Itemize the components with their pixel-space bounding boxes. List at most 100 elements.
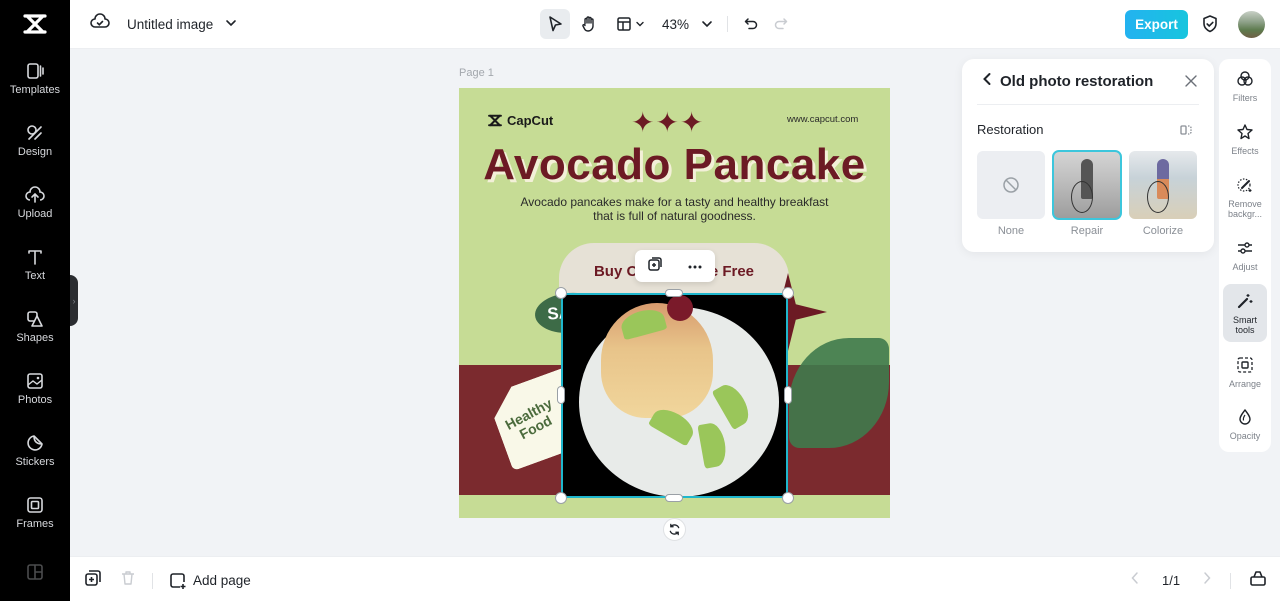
right-tools-rail: Filters Effects Remove backgr... Adjust … [1219, 59, 1271, 452]
rotate-handle[interactable] [663, 518, 686, 541]
zoom-dropdown-button[interactable] [695, 9, 719, 39]
hand-tool-button[interactable] [574, 9, 604, 39]
rotate-icon [669, 523, 680, 536]
rail-item-smart-tools[interactable]: Smart tools [1223, 284, 1267, 342]
document-title[interactable]: Untitled image [127, 17, 213, 32]
panel-divider [977, 104, 1199, 105]
adjust-icon [1235, 238, 1255, 258]
effects-icon [1235, 122, 1255, 142]
rail-item-label: Remove backgr... [1227, 199, 1263, 219]
old-photo-restoration-panel: Old photo restoration Restoration None R… [962, 59, 1214, 252]
sidebar-item-label: Design [17, 146, 53, 158]
sidebar-item-upload[interactable]: Upload [0, 174, 70, 230]
text-icon [24, 246, 46, 268]
sidebar-item-stickers[interactable]: Stickers [0, 422, 70, 478]
sidebar-item-label: Templates [9, 84, 61, 96]
rail-item-effects[interactable]: Effects [1223, 122, 1267, 156]
sidebar-item-shapes[interactable]: Shapes [0, 298, 70, 354]
capcut-logo-icon [23, 14, 47, 34]
rail-item-arrange[interactable]: Arrange [1223, 355, 1267, 389]
poster-title: Avocado Pancake [483, 140, 866, 189]
sidebar-item-label: Photos [17, 394, 53, 406]
resize-handle-right[interactable] [784, 386, 792, 404]
undo-icon [744, 18, 758, 30]
layout-chevron-down-icon [635, 21, 644, 27]
add-page-button[interactable]: Add page [169, 572, 251, 590]
rail-item-remove-background[interactable]: Remove backgr... [1223, 175, 1267, 219]
magic-wand-icon [1235, 291, 1255, 311]
design-icon [24, 122, 46, 144]
cherry [667, 295, 693, 321]
user-avatar[interactable] [1238, 11, 1265, 38]
option-thumbnail [1129, 151, 1197, 219]
no-effect-icon [1003, 177, 1019, 193]
select-tool-button[interactable] [540, 9, 570, 39]
poster-brand-logo: CapCut [487, 113, 553, 128]
rail-item-label: Adjust [1232, 262, 1258, 272]
left-sidebar: Templates Design Upload Text Shapes Phot… [0, 0, 70, 601]
rail-item-opacity[interactable]: Opacity [1223, 407, 1267, 441]
back-chevron-icon[interactable] [982, 72, 992, 91]
shield-check-icon[interactable] [1200, 14, 1220, 39]
photo-hoop [1147, 181, 1169, 213]
redo-button[interactable] [766, 9, 796, 39]
top-bar: Untitled image 43% Export [70, 0, 1280, 49]
page-label: Page 1 [459, 67, 494, 79]
panel-title: Old photo restoration [1000, 73, 1154, 90]
layout-icon [616, 17, 631, 31]
title-chevron-down-icon[interactable] [225, 16, 237, 34]
layout-tool-button[interactable] [610, 9, 650, 39]
decorative-stars: ✦✦✦ [631, 107, 705, 138]
resize-handle-bottom-right[interactable] [782, 492, 794, 504]
resize-handle-left[interactable] [557, 386, 565, 404]
page-counter: 1/1 [1162, 573, 1181, 588]
restoration-option-none[interactable]: None [977, 151, 1045, 237]
zoom-level[interactable]: 43% [662, 17, 689, 32]
bottom-bar: Add page 1/1 [70, 556, 1280, 601]
frames-icon [24, 494, 46, 516]
restoration-option-repair[interactable]: Repair [1052, 150, 1122, 237]
element-floating-toolbar [635, 250, 715, 282]
zoom-chevron-down-icon [702, 21, 712, 28]
delete-page-icon[interactable] [120, 570, 136, 591]
resize-handle-top-right[interactable] [782, 287, 794, 299]
resize-handle-top[interactable] [665, 289, 683, 297]
hand-icon [582, 16, 594, 32]
stickers-icon [24, 432, 46, 454]
shapes-icon [24, 308, 46, 330]
undo-button[interactable] [736, 9, 766, 39]
sidebar-item-frames[interactable]: Frames [0, 484, 70, 540]
sidebar-item-label: Text [24, 270, 46, 282]
sidebar-item-design[interactable]: Design [0, 112, 70, 168]
rail-item-filters[interactable]: Filters [1223, 69, 1267, 103]
opacity-icon [1235, 407, 1255, 427]
sidebar-item-label: Upload [17, 208, 53, 220]
selected-pancake-photo[interactable] [561, 293, 788, 498]
option-label: Repair [1070, 225, 1104, 237]
templates-icon [24, 60, 46, 82]
restoration-option-colorize[interactable]: Colorize [1129, 151, 1197, 237]
duplicate-page-icon[interactable] [84, 569, 102, 592]
sidebar-collapse-handle[interactable]: › [70, 275, 78, 326]
upload-icon [24, 184, 46, 206]
compare-icon[interactable] [1179, 123, 1193, 142]
capcut-logo[interactable] [0, 0, 70, 48]
export-button[interactable]: Export [1125, 10, 1188, 39]
cloud-sync-icon[interactable] [90, 12, 110, 37]
sidebar-item-label: Stickers [15, 456, 55, 468]
previous-page-icon[interactable] [1130, 571, 1140, 590]
option-label: None [997, 225, 1025, 237]
next-page-icon[interactable] [1202, 571, 1212, 590]
sidebar-item-text[interactable]: Text [0, 236, 70, 292]
resize-handle-bottom-left[interactable] [555, 492, 567, 504]
resize-handle-bottom[interactable] [665, 494, 683, 502]
rail-item-adjust[interactable]: Adjust [1223, 238, 1267, 272]
sidebar-item-photos[interactable]: Photos [0, 360, 70, 416]
page-panel-toggle-icon[interactable] [1249, 569, 1267, 592]
duplicate-icon[interactable] [647, 256, 663, 277]
sidebar-item-more[interactable] [0, 558, 70, 588]
sidebar-item-templates[interactable]: Templates [0, 50, 70, 106]
resize-handle-top-left[interactable] [555, 287, 567, 299]
close-icon[interactable] [1184, 74, 1198, 93]
more-options-icon[interactable] [687, 257, 703, 275]
